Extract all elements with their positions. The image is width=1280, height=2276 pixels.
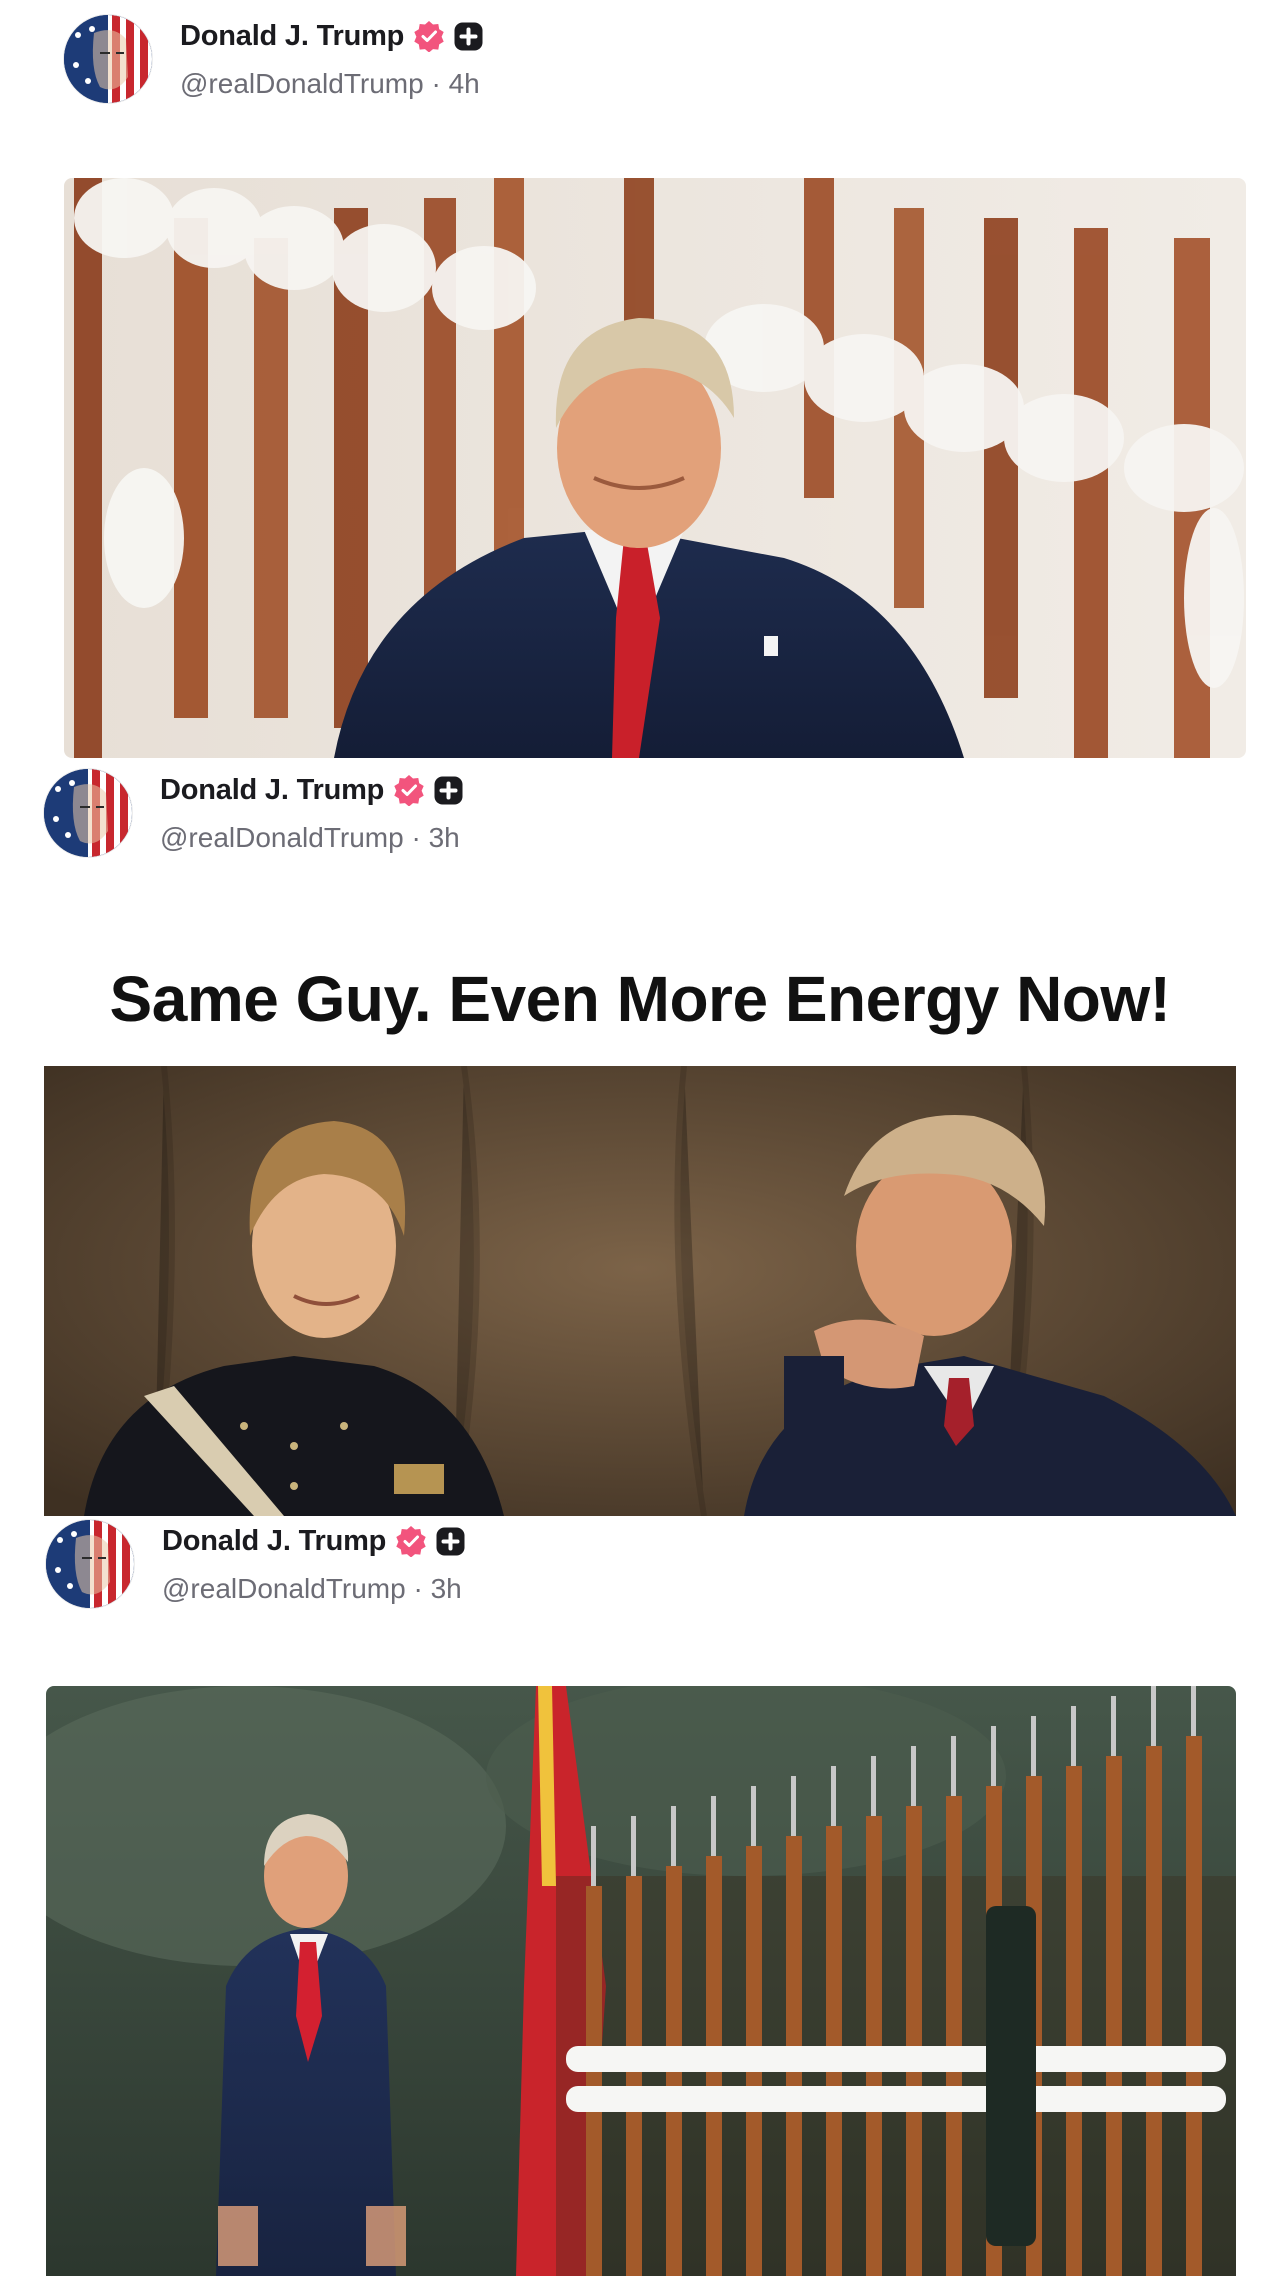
- avatar[interactable]: [46, 1520, 134, 1608]
- author-handle[interactable]: @realDonaldTrump: [180, 68, 424, 99]
- handle-and-time: @realDonaldTrump · 3h: [162, 1573, 465, 1605]
- separator-dot: ·: [413, 1573, 431, 1604]
- post-time[interactable]: 3h: [431, 1573, 462, 1604]
- post-time[interactable]: 4h: [449, 68, 480, 99]
- author-handle[interactable]: @realDonaldTrump: [160, 822, 404, 853]
- plus-badge-icon: [436, 1527, 465, 1556]
- young-and-old-portrait-image: [44, 1066, 1236, 1516]
- verified-badge-icon: [395, 1525, 427, 1558]
- post-header-2: Donald J. Trump @realDonaldTrump · 3h: [44, 769, 463, 857]
- separator-dot: ·: [411, 822, 429, 853]
- post-header-1: Donald J. Trump @realDonaldTrump · 4h: [64, 15, 483, 103]
- post-time[interactable]: 3h: [429, 822, 460, 853]
- handle-and-time: @realDonaldTrump · 4h: [180, 68, 483, 100]
- avatar-flag-face-image: [64, 15, 152, 103]
- avatar[interactable]: [64, 15, 152, 103]
- avatar-flag-face-image: [44, 769, 132, 857]
- verified-badge-icon: [413, 20, 445, 53]
- author-name[interactable]: Donald J. Trump: [180, 20, 404, 53]
- handle-and-time: @realDonaldTrump · 3h: [160, 822, 463, 854]
- post-3-photo[interactable]: [46, 1686, 1236, 2276]
- post-1-photo[interactable]: [64, 178, 1246, 758]
- honor-guard-portrait-image: [64, 178, 1246, 758]
- meme-caption: Same Guy. Even More Energy Now!: [109, 963, 1171, 1035]
- author-name[interactable]: Donald J. Trump: [160, 774, 384, 807]
- separator-dot: ·: [431, 68, 449, 99]
- avatar-flag-face-image: [46, 1520, 134, 1608]
- author-name[interactable]: Donald J. Trump: [162, 1525, 386, 1558]
- verified-badge-icon: [393, 774, 425, 807]
- author-handle[interactable]: @realDonaldTrump: [162, 1573, 406, 1604]
- avatar[interactable]: [44, 769, 132, 857]
- plus-badge-icon: [434, 776, 463, 805]
- plus-badge-icon: [454, 22, 483, 51]
- honor-guard-review-image: [46, 1686, 1236, 2276]
- post-2-photo[interactable]: [44, 1066, 1236, 1516]
- post-header-3: Donald J. Trump @realDonaldTrump · 3h: [46, 1520, 465, 1608]
